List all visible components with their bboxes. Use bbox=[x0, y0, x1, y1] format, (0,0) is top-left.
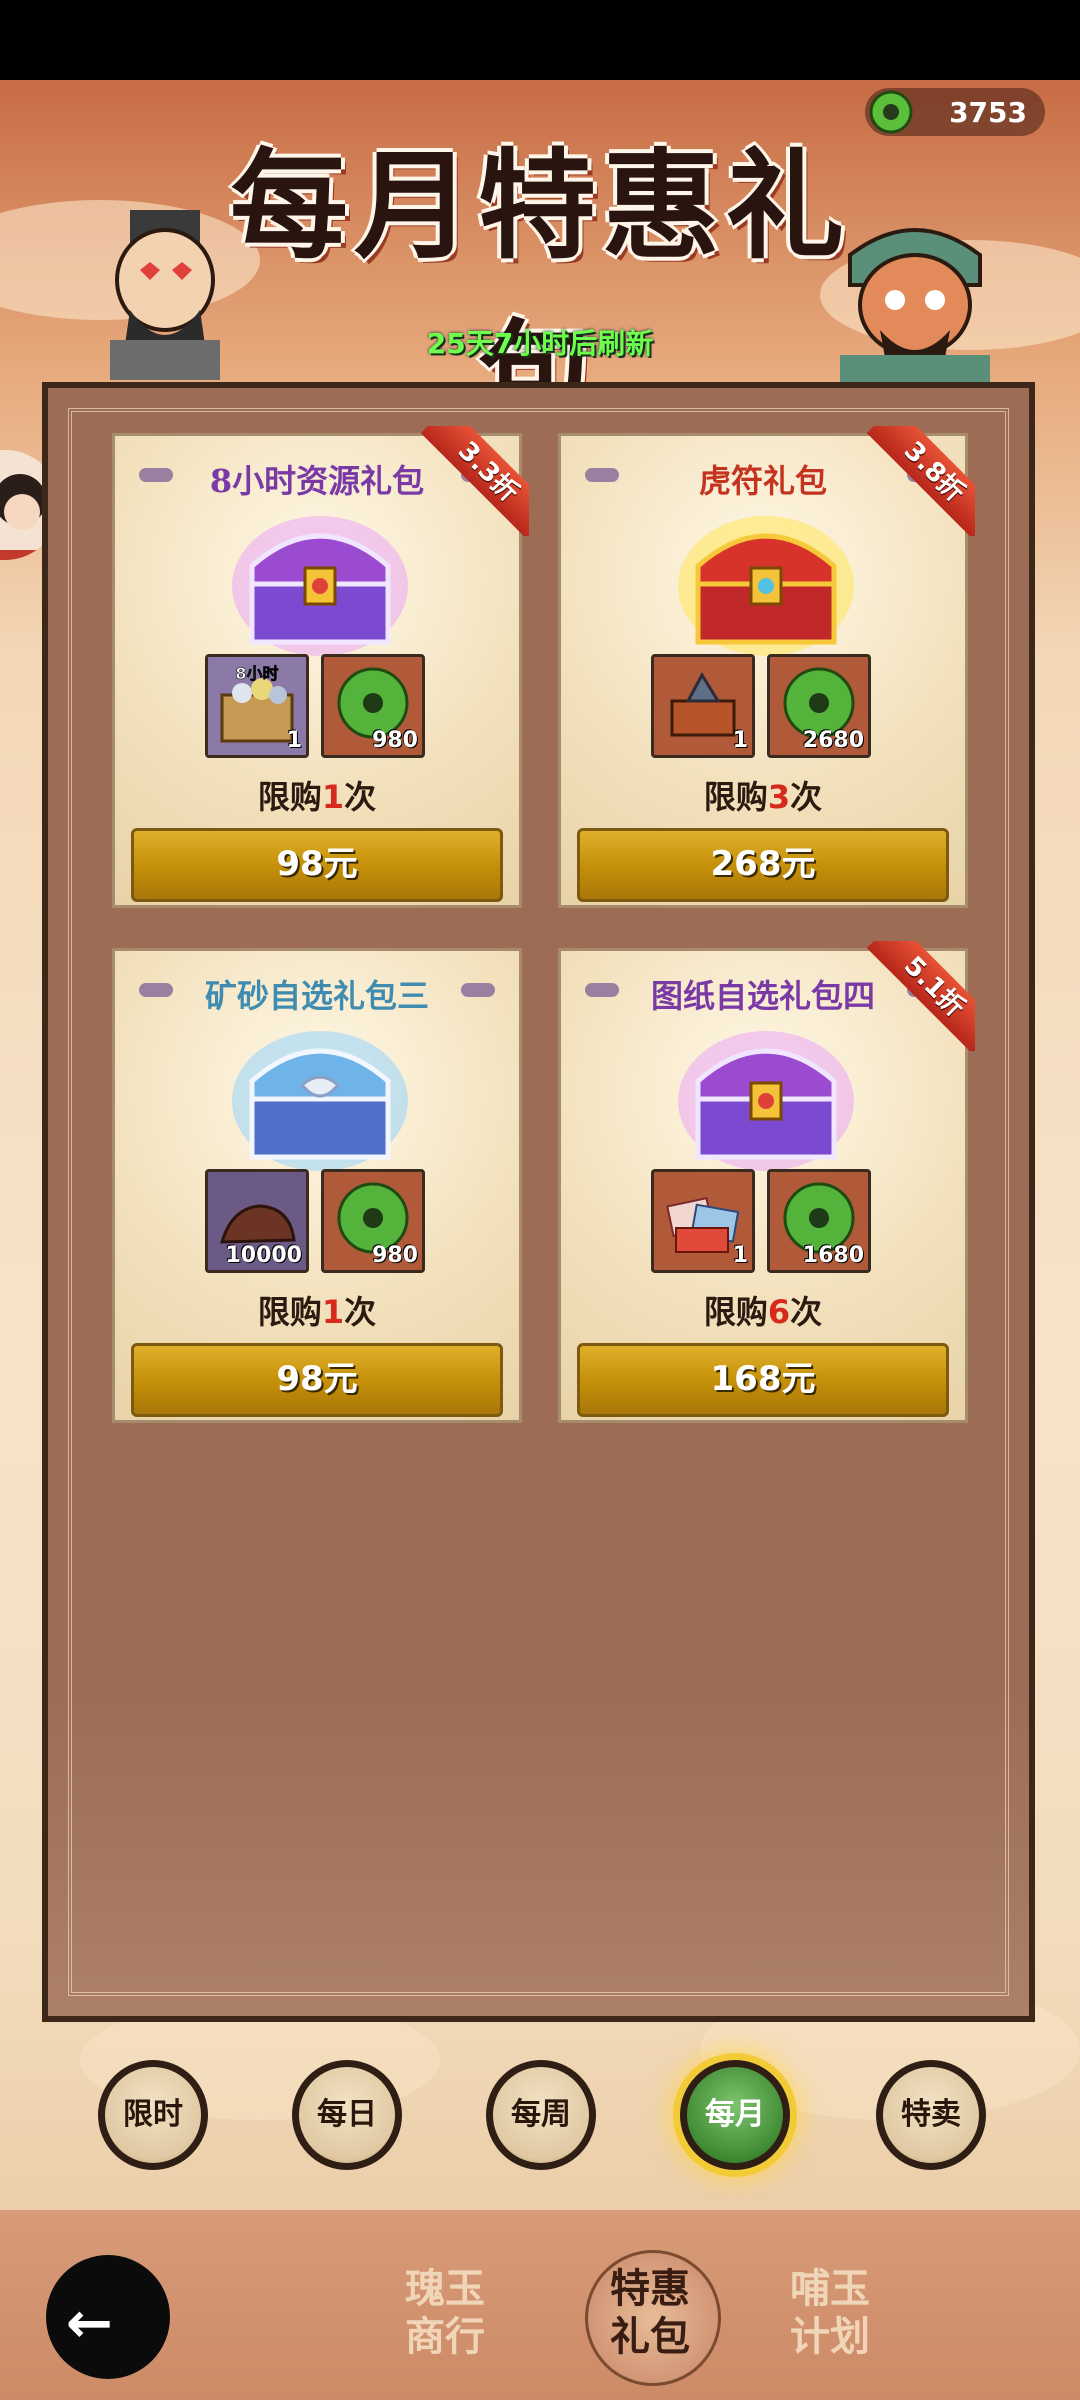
item-count: 1 bbox=[732, 728, 748, 753]
purple-chest-icon bbox=[678, 1031, 854, 1171]
pack-card: 图纸自选礼包四 5.1折 1 1680 限购6次 168元 bbox=[558, 941, 975, 1423]
currency-display[interactable]: 3753 bbox=[865, 88, 1045, 136]
palace-silhouette bbox=[48, 1686, 1029, 2016]
buy-button[interactable]: 168元 bbox=[577, 1343, 949, 1417]
discount-ribbon: 5.1折 bbox=[865, 941, 975, 1051]
nav-jade-shop[interactable]: 瑰玉 商行 bbox=[395, 2265, 495, 2361]
item-count: 2680 bbox=[802, 728, 864, 753]
blue-chest-icon bbox=[232, 1031, 408, 1171]
page-title: 每月特惠礼包 bbox=[229, 136, 850, 446]
item-slot[interactable]: 2680 bbox=[767, 654, 871, 758]
currency-amount: 3753 bbox=[949, 96, 1027, 129]
item-slot[interactable]: 10000 bbox=[205, 1169, 309, 1273]
discount-label: 3.3折 bbox=[420, 426, 529, 536]
tab-weekly[interactable]: 每周 bbox=[486, 2060, 596, 2170]
pack-card: 8小时资源礼包 3.3折 8小时 1 980 限购1次 98元 bbox=[112, 426, 529, 908]
item-slot[interactable]: 1 bbox=[651, 654, 755, 758]
gold-chest-icon bbox=[678, 516, 854, 656]
item-slot[interactable]: 8小时 1 bbox=[205, 654, 309, 758]
nav-special-packs[interactable]: 特惠 礼包 bbox=[600, 2265, 700, 2361]
discount-label: 3.8折 bbox=[866, 426, 975, 536]
tab-special-sale[interactable]: 特卖 bbox=[876, 2060, 986, 2170]
discount-ribbon: 3.3折 bbox=[419, 426, 529, 536]
purchase-limit: 限购1次 bbox=[257, 778, 377, 816]
discount-label: 5.1折 bbox=[866, 941, 975, 1051]
item-tag: 8小时 bbox=[235, 664, 278, 683]
item-count: 1 bbox=[732, 1243, 748, 1268]
discount-ribbon: 3.8折 bbox=[865, 426, 975, 536]
item-count: 980 bbox=[372, 1243, 418, 1268]
status-bar bbox=[0, 0, 1080, 80]
period-tabs: 限时 每日 每周 每月 特卖 bbox=[0, 2050, 1080, 2190]
buy-button[interactable]: 98元 bbox=[131, 828, 503, 902]
purchase-limit: 限购3次 bbox=[703, 778, 823, 816]
item-count: 1 bbox=[286, 728, 302, 753]
back-arrow-icon: ← bbox=[66, 2291, 113, 2356]
item-count: 10000 bbox=[225, 1243, 302, 1268]
nav-jade-plan[interactable]: 哺玉 计划 bbox=[780, 2265, 880, 2361]
refresh-countdown: 25天7小时后刷新 bbox=[426, 327, 654, 360]
screen: 3753 每月特惠礼包 25天7小时后刷新 8小时资源礼包 3.3折 8小时 1… bbox=[0, 0, 1080, 2400]
item-count: 980 bbox=[372, 728, 418, 753]
item-slot[interactable]: 1680 bbox=[767, 1169, 871, 1273]
tab-daily[interactable]: 每日 bbox=[292, 2060, 402, 2170]
tab-monthly[interactable]: 每月 bbox=[680, 2060, 790, 2170]
pack-card: 矿砂自选礼包三 10000 980 限购1次 98元 bbox=[112, 948, 522, 1423]
tab-limited[interactable]: 限时 bbox=[98, 2060, 208, 2170]
pack-name: 矿砂自选礼包三 bbox=[204, 977, 429, 1015]
buy-button[interactable]: 268元 bbox=[577, 828, 949, 902]
item-slot[interactable]: 1 bbox=[651, 1169, 755, 1273]
purple-chest-icon bbox=[232, 516, 408, 656]
item-slot[interactable]: 980 bbox=[321, 1169, 425, 1273]
purchase-limit: 限购6次 bbox=[703, 1293, 823, 1331]
back-button[interactable]: ← bbox=[46, 2255, 170, 2379]
item-count: 1680 bbox=[802, 1243, 864, 1268]
purchase-limit: 限购1次 bbox=[257, 1293, 377, 1331]
item-slot[interactable]: 980 bbox=[321, 654, 425, 758]
buy-button[interactable]: 98元 bbox=[131, 1343, 503, 1417]
pack-card: 虎符礼包 3.8折 1 2680 限购3次 268元 bbox=[558, 426, 975, 908]
